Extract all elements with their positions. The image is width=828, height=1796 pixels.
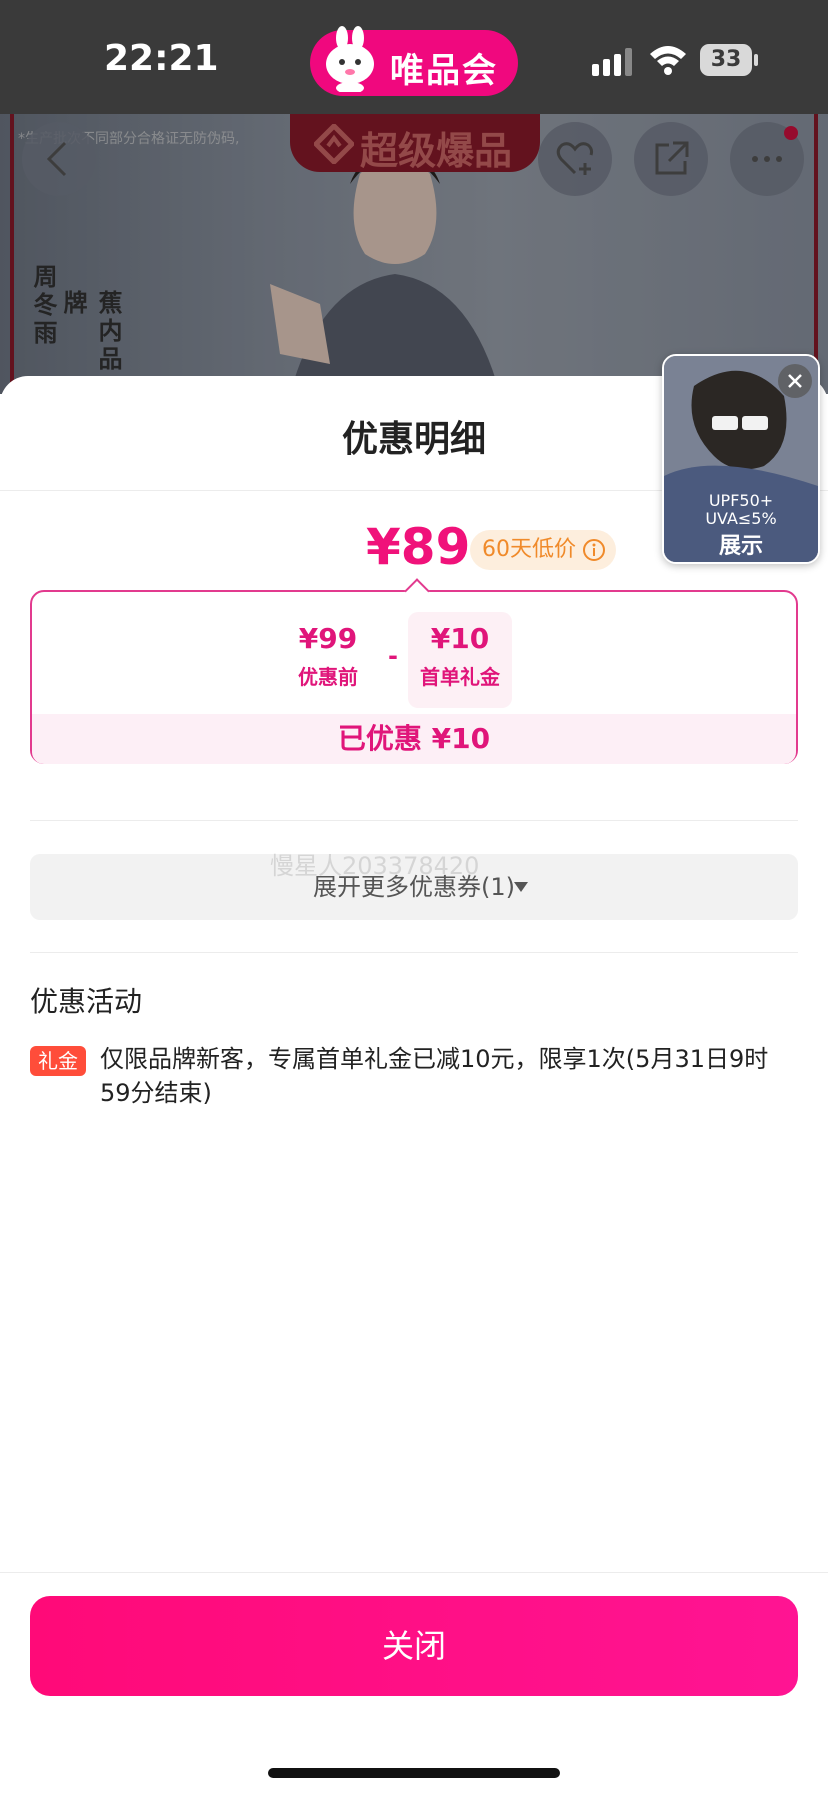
info-icon: [583, 539, 605, 561]
discount-item: ¥10 首单礼金: [408, 622, 512, 690]
user-watermark: 慢星人203378420: [270, 852, 480, 880]
gift-money-badge: 礼金: [30, 1046, 86, 1076]
divider: [30, 952, 798, 953]
activity-description: 仅限品牌新客，专属首单礼金已减10元，限享1次(5月31日9时59分结束): [100, 1045, 769, 1107]
callout-notch: [404, 578, 430, 604]
low-price-label: 60天低价: [482, 537, 576, 562]
low-price-badge[interactable]: 60天低价: [470, 530, 616, 570]
wifi-icon: [650, 46, 686, 75]
status-bar: 22:21 唯品会 33: [0, 0, 828, 114]
modal-overlay[interactable]: [0, 114, 828, 394]
close-button[interactable]: 关闭: [30, 1596, 798, 1696]
price-calculation-box: ¥99 优惠前 - ¥10 首单礼金 已优惠 ¥10: [30, 578, 798, 764]
final-price: ¥89: [366, 518, 471, 576]
discount-label: 首单礼金: [420, 665, 500, 689]
video-caption-line-2: UVA≤5%: [705, 509, 777, 528]
close-icon: [788, 374, 802, 388]
video-caption: UPF50+ UVA≤5%: [664, 492, 818, 528]
home-indicator[interactable]: [268, 1768, 560, 1778]
app-indicator-pill[interactable]: 唯品会: [310, 26, 518, 96]
caret-down-icon: [514, 882, 528, 892]
divider: [0, 1572, 828, 1573]
signal-icon: [592, 48, 632, 76]
minus-sign: -: [388, 642, 398, 670]
divider: [30, 820, 798, 821]
video-caption-line-1: UPF50+: [708, 491, 774, 510]
battery-level: 33: [710, 47, 742, 72]
video-label: 展示: [718, 534, 763, 559]
original-price-item: ¥99 优惠前: [278, 622, 378, 690]
battery-icon: 33: [700, 44, 758, 76]
activity-section-title: 优惠活动: [30, 985, 143, 1018]
discount-amount: ¥10: [430, 622, 490, 655]
close-video-button[interactable]: [778, 364, 812, 398]
mascot-icon: [326, 26, 374, 92]
saved-amount-bar: 已优惠 ¥10: [32, 714, 796, 764]
app-name: 唯品会: [390, 51, 498, 91]
original-amount: ¥99: [298, 622, 358, 655]
status-time: 22:21: [104, 38, 219, 79]
discount-detail-sheet: 优惠明细 ¥89 60天低价 ¥99 优惠前 - ¥10 首单礼金 已优惠 ¥1…: [0, 376, 828, 1796]
original-label: 优惠前: [298, 665, 358, 689]
floating-video-window[interactable]: UPF50+ UVA≤5% 展示: [662, 354, 820, 564]
